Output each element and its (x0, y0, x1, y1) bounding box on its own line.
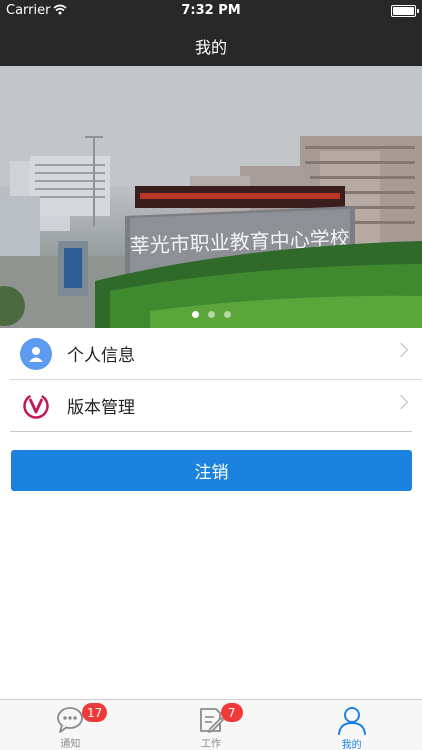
battery-icon (391, 5, 419, 17)
navigation-bar: 我的 (0, 22, 422, 66)
list-item-version-management[interactable]: 版本管理 (0, 380, 422, 431)
tab-notifications[interactable]: 通知 17 (0, 700, 141, 750)
user-outline-icon (337, 705, 367, 735)
banner-carousel[interactable]: 莘光市职业教育中心学校 (0, 66, 422, 328)
school-gate-photo: 莘光市职业教育中心学校 (0, 66, 422, 328)
carousel-dot[interactable] (191, 311, 199, 318)
clock: 7:32 PM (181, 3, 241, 18)
tab-me[interactable]: 我的 (281, 700, 422, 750)
carousel-dot[interactable] (207, 311, 215, 318)
tab-label: 工作 (201, 739, 221, 750)
tab-bar: 通知 17 工作 7 我的 (0, 699, 422, 750)
version-v-icon (20, 390, 52, 422)
unread-badge: 7 (220, 703, 243, 722)
status-bar: Carrier 7:32 PM (0, 0, 422, 22)
carousel-dots (0, 311, 422, 318)
divider (10, 431, 412, 432)
chevron-right-icon (393, 342, 409, 358)
tab-label: 我的 (341, 740, 362, 750)
unread-badge: 17 (82, 703, 108, 722)
tab-work[interactable]: 工作 7 (141, 700, 282, 750)
logout-button[interactable]: 注销 (11, 450, 412, 491)
tab-label: 通知 (60, 739, 81, 750)
person-icon (20, 337, 52, 370)
list-item-label: 版本管理 (67, 398, 135, 418)
list-item-personal-info[interactable]: 个人信息 (0, 328, 422, 379)
chevron-right-icon (393, 394, 409, 410)
chat-bubble-icon (55, 705, 85, 734)
carousel-dot[interactable] (223, 311, 231, 318)
list-item-label: 个人信息 (67, 346, 135, 366)
settings-list: 个人信息 版本管理 (0, 328, 422, 432)
page-title: 我的 (194, 38, 227, 57)
